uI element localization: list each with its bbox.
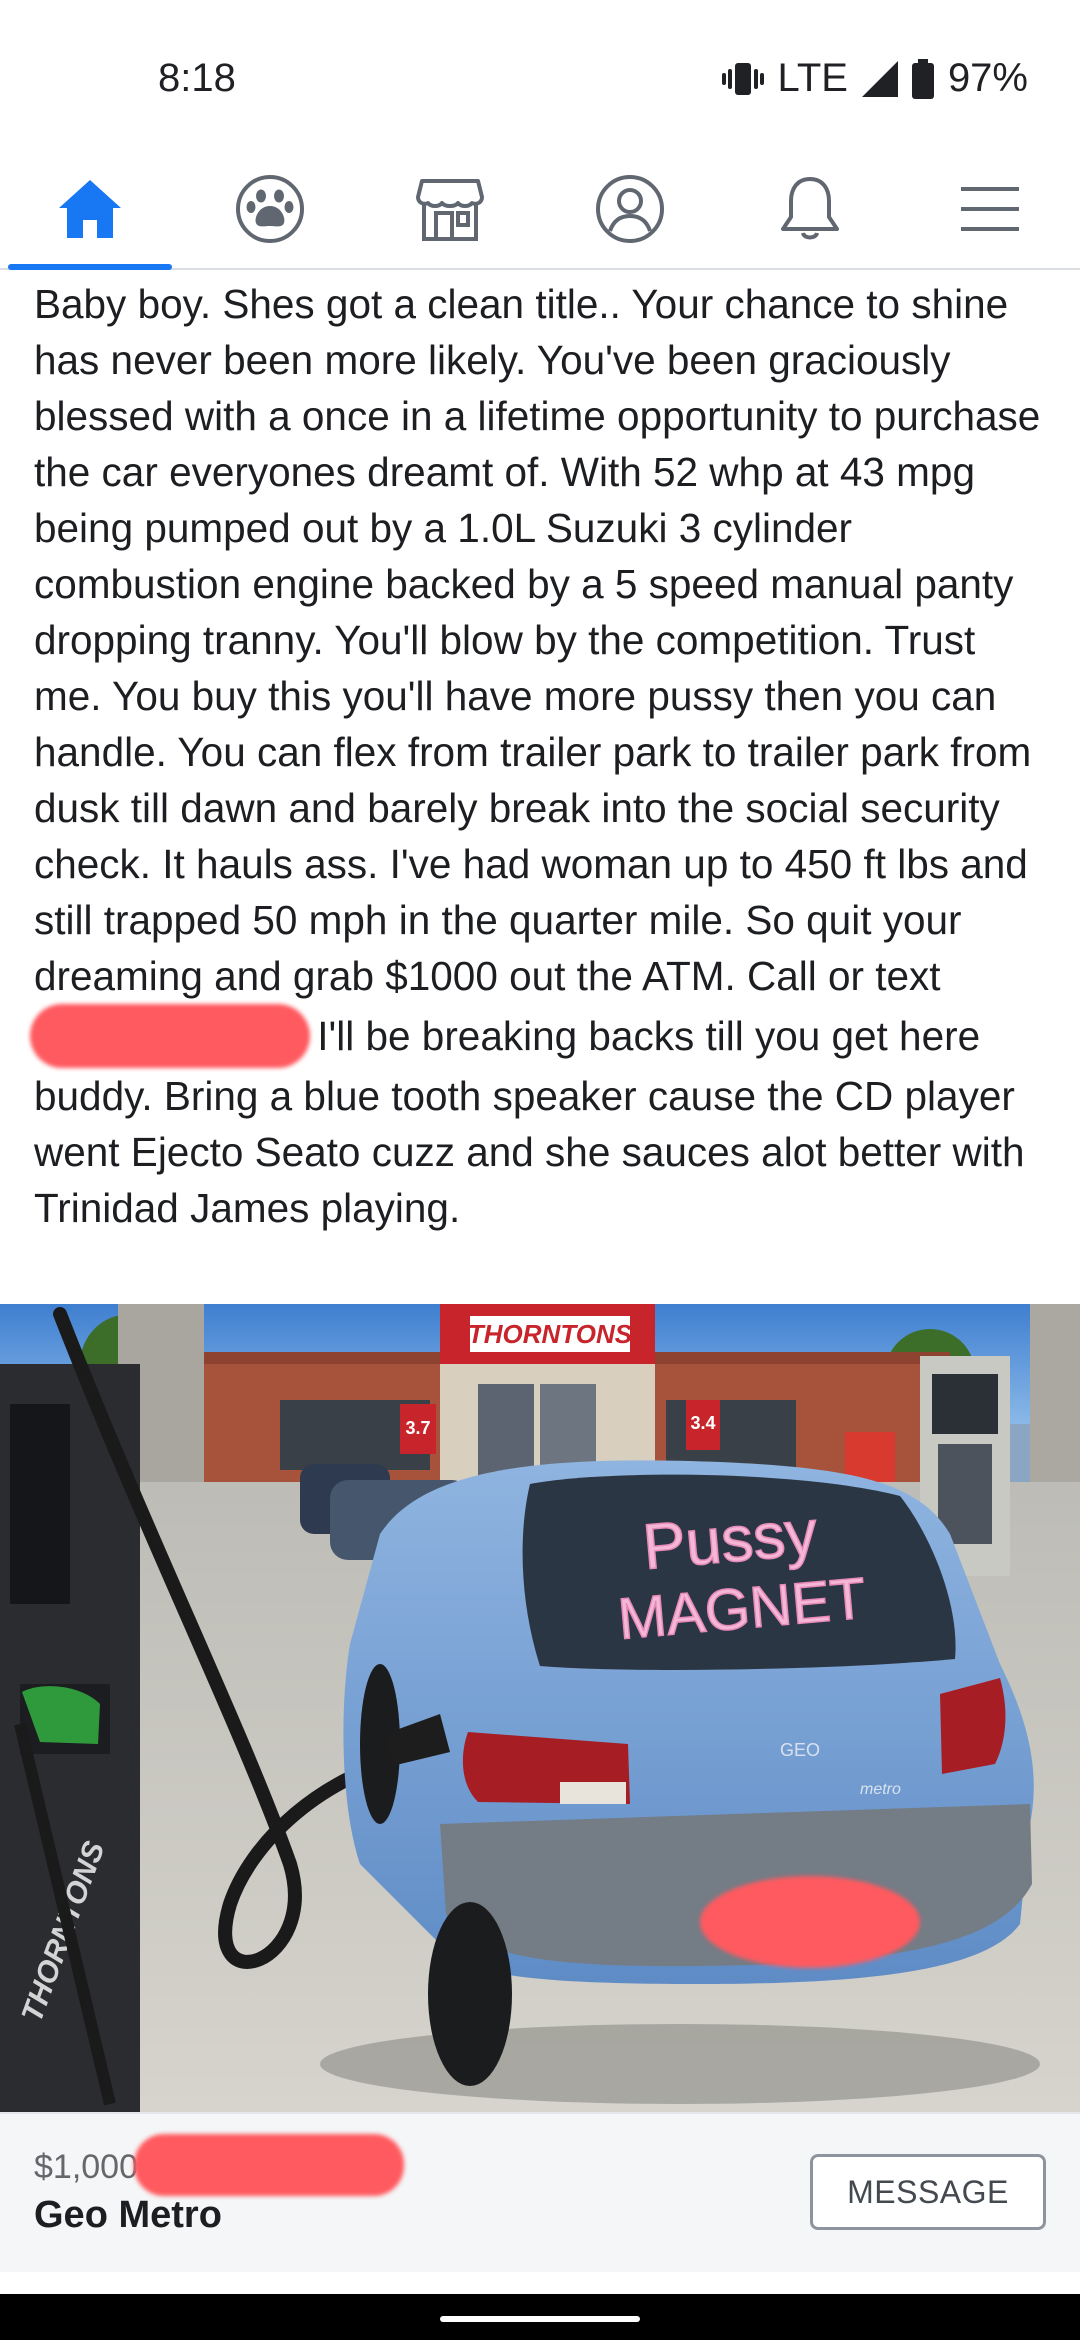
message-button[interactable]: MESSAGE bbox=[810, 2154, 1046, 2230]
bell-icon bbox=[781, 177, 839, 240]
post-text: Baby boy. Shes got a clean title.. Your … bbox=[30, 276, 1054, 1236]
gesture-handle[interactable] bbox=[440, 2316, 640, 2322]
top-nav bbox=[0, 150, 1080, 270]
store-sign: THORNTONS bbox=[468, 1319, 633, 1349]
gesture-bar bbox=[0, 2294, 1080, 2340]
listing-price: $1,000 bbox=[34, 2148, 138, 2186]
status-icons: LTE 97% bbox=[721, 56, 1028, 101]
battery-icon bbox=[911, 58, 934, 99]
status-bar: 8:18 LTE 97% bbox=[0, 0, 1080, 150]
vibrate-icon bbox=[721, 61, 764, 97]
redacted-phone-number bbox=[30, 1004, 310, 1068]
groups-icon bbox=[236, 175, 304, 243]
promo-sign: 3.4 bbox=[690, 1413, 715, 1433]
post-text-part1: Baby boy. Shes got a clean title.. Your … bbox=[34, 281, 1041, 999]
battery-percent: 97% bbox=[947, 56, 1028, 100]
marketplace-icon bbox=[416, 179, 484, 241]
tab-profile[interactable] bbox=[540, 150, 720, 268]
network-type: LTE bbox=[777, 56, 848, 100]
tab-notifications[interactable] bbox=[720, 150, 900, 268]
tab-home[interactable] bbox=[0, 150, 180, 270]
profile-icon bbox=[596, 175, 664, 243]
trunk-badge: GEO bbox=[780, 1740, 820, 1760]
tab-marketplace[interactable] bbox=[360, 150, 540, 268]
redacted-license-plate bbox=[700, 1876, 920, 1968]
wheel bbox=[428, 1902, 512, 2086]
listing-title[interactable]: Geo Metro bbox=[34, 2194, 222, 2237]
window-text-line1: Pussy bbox=[640, 1496, 820, 1583]
tab-menu[interactable] bbox=[900, 150, 1080, 268]
trunk-model: metro bbox=[860, 1781, 901, 1798]
listing-footer: $1,000 Geo Metro MESSAGE bbox=[0, 2112, 1080, 2272]
redacted-location bbox=[134, 2134, 404, 2196]
tab-groups[interactable] bbox=[180, 150, 360, 268]
status-time: 8:18 bbox=[158, 56, 236, 100]
menu-icon bbox=[961, 187, 1019, 231]
price-sign: 3.7 bbox=[405, 1418, 430, 1438]
home-icon bbox=[59, 180, 121, 238]
signal-icon bbox=[861, 60, 898, 97]
tail-light-right bbox=[940, 1678, 1006, 1774]
listing-photo[interactable]: THORNTONS 3.7 3.4 THORNTONS bbox=[0, 1304, 1080, 2112]
